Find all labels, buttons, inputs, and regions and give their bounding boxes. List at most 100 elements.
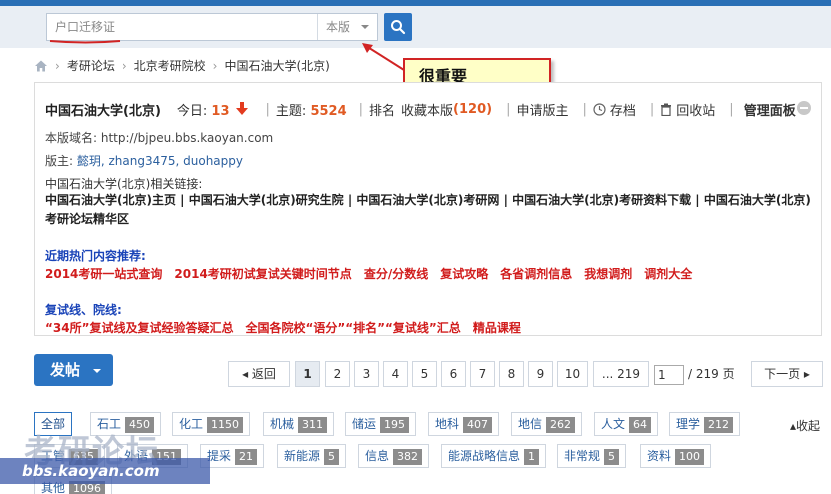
breadcrumb-item-current-forum[interactable]: 中国石油大学(北京) [224,56,329,76]
hot-link[interactable]: 调剂大全 [644,267,692,281]
tag-item[interactable]: 地信 262 [511,412,583,436]
tag-count: 64 [629,417,652,433]
tag-item[interactable]: 储运 195 [345,412,417,436]
pager-page-1[interactable]: 1 [295,361,320,387]
pager-next-button[interactable]: 下一页 ▸ [751,361,823,387]
hot-link[interactable]: 复试攻略 [440,267,488,281]
pager-total: / 219 页 [688,367,735,381]
today-label: 今日: [176,103,208,119]
tag-count: 100 [675,449,705,465]
chevron-down-icon [361,25,369,29]
pager-page-4[interactable]: 4 [383,361,408,387]
tag-item[interactable]: 机械 311 [263,412,335,436]
breadcrumb-item-kaoyan-forum[interactable]: 考研论坛 [67,56,115,76]
breadcrumb-separator: › [121,59,127,73]
new-post-button[interactable]: 发帖 [34,354,113,386]
tag-item[interactable]: 提采 21 [200,444,265,468]
pager-page-8[interactable]: 8 [499,361,524,387]
tag-label: 地科 [435,417,460,431]
tag-item[interactable]: 非常规 5 [557,444,627,468]
search-icon [391,20,406,35]
apply-moderator-link[interactable]: 申请版主 [516,100,568,119]
tag-label: 其他 [41,481,66,494]
tag-count: 1096 [69,481,106,494]
score-line-links: “34所”复试线及复试经验答疑汇总 全国各院校“语分”“排名”“复试线”汇总 精品课… [45,319,533,336]
pager-back-button[interactable]: ◂ 返回 [228,361,290,387]
score-link[interactable]: 全国各院校“语分”“排名”“复试线”汇总 [245,321,460,335]
pager-last-page[interactable]: ... 219 [593,361,649,387]
forum-title: 中国石油大学(北京) [45,103,161,119]
pager-page-3[interactable]: 3 [354,361,379,387]
favorite-button[interactable]: 收藏本版 (120) [401,100,492,119]
tag-all[interactable]: 全部 [34,412,73,436]
collapse-minus-icon[interactable] [797,101,811,115]
search-scope-select[interactable]: 本版 [317,14,378,40]
next-arrow-icon: ▸ [800,367,810,381]
breadcrumb-separator: › [212,59,218,73]
tag-label: 资料 [647,449,672,463]
pager-page-9[interactable]: 9 [528,361,553,387]
recycle-bin-label: 回收站 [676,103,716,119]
recycle-bin-button[interactable]: 回收站 [660,100,715,119]
topics-count: 5524 [310,103,347,119]
search-input[interactable] [47,14,317,40]
chevron-down-icon [93,369,101,373]
collapse-tags-link[interactable]: ▴收起 [790,417,820,434]
tag-label: 能源战略信息 [448,449,521,463]
tag-item[interactable]: 能源战略信息 1 [441,444,547,468]
search-button[interactable] [384,13,412,41]
hot-link[interactable]: 2014考研一站式查询 [45,267,162,281]
tag-count: 407 [463,417,493,433]
moderators-list[interactable]: 懿玥, zhang3475, duohappy [77,154,243,168]
pager-page-2[interactable]: 2 [325,361,350,387]
topics-stat: 主题: 5524 [276,100,347,119]
back-arrow-icon: ◂ [242,367,252,381]
tag-count: 635 [69,449,99,465]
tag-count: 382 [393,449,423,465]
collapse-label: 收起 [796,419,821,433]
pager-page-5[interactable]: 5 [412,361,437,387]
home-icon[interactable] [34,59,48,73]
favorite-label: 收藏本版 [401,103,454,119]
tag-item[interactable]: 信息 382 [358,444,430,468]
tag-label: 非常规 [564,449,601,463]
pager-page-7[interactable]: 7 [470,361,495,387]
domain-url[interactable]: http://bjpeu.bbs.kaoyan.com [101,131,273,145]
tag-item[interactable]: 理学 212 [669,412,741,436]
hot-link[interactable]: 2014考研初试复试关键时间节点 [174,267,351,281]
rank-label: 排名 [369,103,396,119]
new-post-label: 发帖 [50,361,81,379]
tag-item[interactable]: 化工 1150 [172,412,251,436]
pager-page-6[interactable]: 6 [441,361,466,387]
hot-link[interactable]: 查分/分数线 [364,267,428,281]
tag-item[interactable]: 外语 151 [117,444,189,468]
tag-label: 理学 [676,417,701,431]
tag-item[interactable]: 人文 64 [594,412,659,436]
pager-page-10[interactable]: 10 [557,361,588,387]
breadcrumb-item-beijing-schools[interactable]: 北京考研院校 [134,56,206,76]
score-link[interactable]: 精品课程 [473,321,521,335]
pager-jump: 1 / 219 页 [654,361,744,387]
divider: | [729,101,734,117]
tag-label: 提采 [207,449,232,463]
search-scope-label: 本版 [326,20,351,34]
domain-line: 本版域名: http://bjpeu.bbs.kaoyan.com [45,129,273,146]
tag-item[interactable]: 地科 407 [428,412,500,436]
hot-link[interactable]: 各省调剂信息 [500,267,572,281]
tag-count: 1 [524,449,540,465]
archive-button[interactable]: 存档 [593,100,636,119]
page-number-input[interactable]: 1 [654,364,684,385]
tag-item[interactable]: 石工 450 [90,412,162,436]
hot-link[interactable]: 我想调剂 [584,267,632,281]
score-link[interactable]: “34所”复试线及复试经验答疑汇总 [45,321,233,335]
tag-item[interactable]: 新能源 5 [277,444,347,468]
breadcrumb-separator: › [55,59,60,73]
manage-panel-link[interactable]: 管理面板 [744,100,796,119]
tag-item[interactable]: 其他 1096 [34,476,113,494]
tag-label: 工管 [41,449,66,463]
today-stat: 今日: 13 [177,100,230,119]
related-links[interactable]: 中国石油大学(北京)主页 | 中国石油大学(北京)研究生院 | 中国石油大学(北… [45,191,815,229]
tag-count: 195 [380,417,410,433]
tag-item[interactable]: 工管 635 [34,444,106,468]
tag-item[interactable]: 资料 100 [640,444,712,468]
